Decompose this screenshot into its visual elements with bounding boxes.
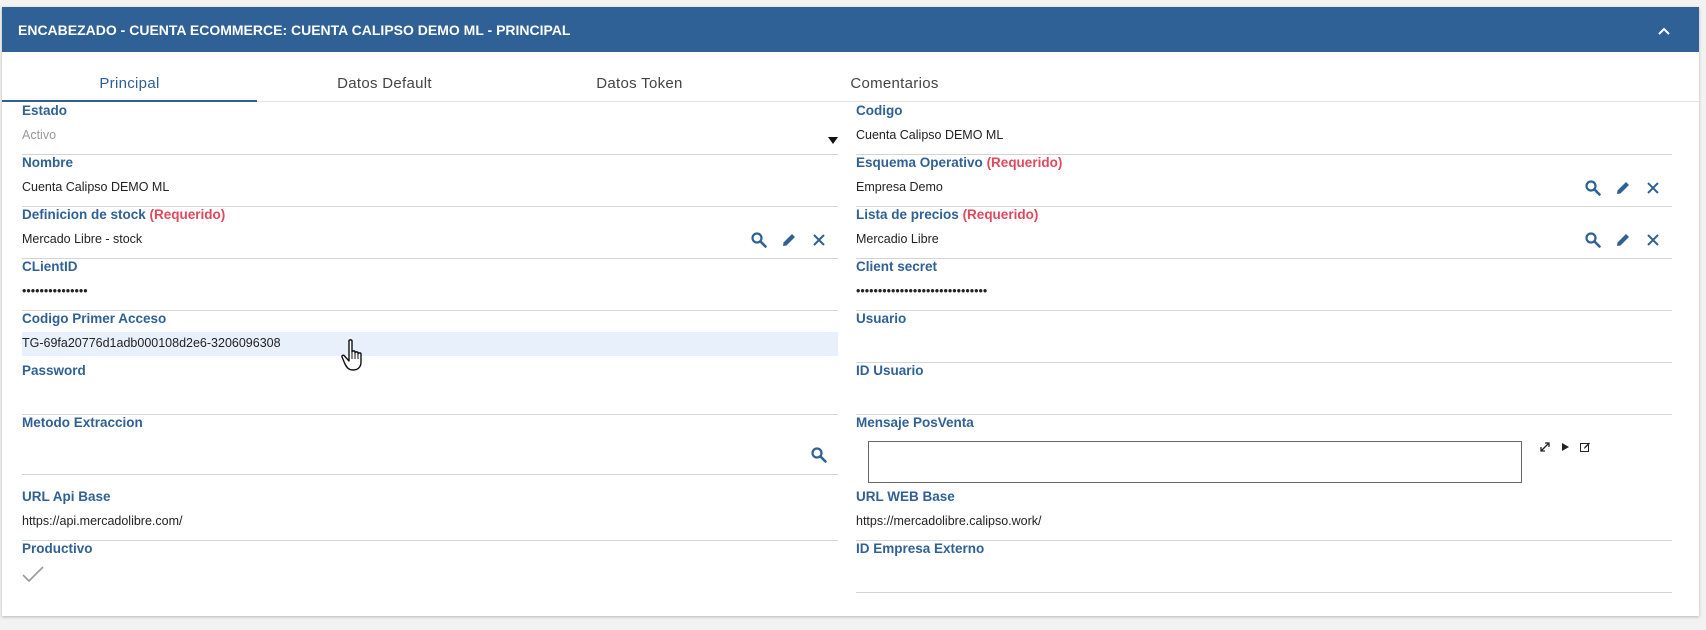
id-empresa-externo-field[interactable]: ID Empresa Externo bbox=[856, 541, 1672, 593]
password-field[interactable]: Password bbox=[22, 363, 838, 415]
expand-icon[interactable] bbox=[1539, 441, 1551, 453]
ecommerce-account-panel: ENCABEZADO - CUENTA ECOMMERCE: CUENTA CA… bbox=[2, 7, 1699, 616]
nombre-field[interactable]: Nombre Cuenta Calipso DEMO ML bbox=[22, 155, 838, 207]
required-marker: (Requerido) bbox=[962, 207, 1039, 222]
codigo-primer-acceso-value[interactable]: TG-69fa20776d1adb000108d2e6-3206096308 bbox=[22, 336, 281, 350]
clientid-label: CLientID bbox=[22, 259, 78, 274]
nombre-value[interactable]: Cuenta Calipso DEMO ML bbox=[22, 180, 169, 194]
esquema-operativo-field[interactable]: Esquema Operativo (Requerido) Empresa De… bbox=[856, 155, 1672, 207]
client-secret-field[interactable]: Client secret ••••••••••••••••••••••••••… bbox=[856, 259, 1672, 311]
checkmark-icon[interactable] bbox=[22, 565, 44, 583]
lista-precios-field[interactable]: Lista de precios (Requerido) Mercadio Li… bbox=[856, 207, 1672, 259]
codigo-primer-acceso-label: Codigo Primer Acceso bbox=[22, 311, 167, 326]
id-empresa-externo-label: ID Empresa Externo bbox=[856, 541, 985, 556]
metodo-extraccion-label: Metodo Extraccion bbox=[22, 415, 143, 430]
edit-note-icon[interactable] bbox=[1579, 441, 1591, 453]
panel-header: ENCABEZADO - CUENTA ECOMMERCE: CUENTA CA… bbox=[2, 7, 1699, 52]
estado-label: Estado bbox=[22, 103, 68, 118]
mensaje-posventa-field: Mensaje PosVenta bbox=[856, 415, 1672, 485]
search-icon[interactable] bbox=[1584, 231, 1602, 249]
url-api-base-label: URL Api Base bbox=[22, 489, 111, 504]
productivo-field: Productivo bbox=[22, 541, 838, 593]
required-marker: (Requerido) bbox=[986, 155, 1063, 170]
dropdown-arrow-icon[interactable] bbox=[828, 132, 838, 144]
url-web-base-field[interactable]: URL WEB Base https://mercadolibre.calips… bbox=[856, 489, 1672, 541]
play-icon[interactable] bbox=[1559, 441, 1571, 453]
codigo-field[interactable]: Codigo Cuenta Calipso DEMO ML bbox=[856, 103, 1672, 155]
mensaje-posventa-textarea[interactable] bbox=[868, 441, 1522, 483]
metodo-extraccion-field[interactable]: Metodo Extraccion bbox=[22, 415, 838, 475]
esquema-operativo-label: Esquema Operativo bbox=[856, 155, 983, 170]
productivo-label: Productivo bbox=[22, 541, 93, 556]
pencil-icon[interactable] bbox=[1614, 179, 1632, 197]
password-label: Password bbox=[22, 363, 86, 378]
close-icon[interactable] bbox=[1644, 179, 1662, 197]
url-api-base-value[interactable]: https://api.mercadolibre.com/ bbox=[22, 514, 183, 528]
definicion-stock-field[interactable]: Definicion de stock (Requerido) Mercado … bbox=[22, 207, 838, 259]
estado-value[interactable]: Activo bbox=[22, 128, 56, 142]
pencil-icon[interactable] bbox=[780, 231, 798, 249]
url-api-base-field[interactable]: URL Api Base https://api.mercadolibre.co… bbox=[22, 489, 838, 541]
url-web-base-value[interactable]: https://mercadolibre.calipso.work/ bbox=[856, 514, 1042, 528]
panel-title: ENCABEZADO - CUENTA ECOMMERCE: CUENTA CA… bbox=[18, 22, 571, 38]
url-web-base-label: URL WEB Base bbox=[856, 489, 955, 504]
esquema-operativo-value[interactable]: Empresa Demo bbox=[856, 180, 943, 194]
client-secret-value[interactable]: •••••••••••••••••••••••••••••• bbox=[856, 284, 987, 298]
definicion-stock-label: Definicion de stock bbox=[22, 207, 146, 222]
search-icon[interactable] bbox=[1584, 179, 1602, 197]
tab-datos-token[interactable]: Datos Token bbox=[512, 52, 767, 102]
tab-comentarios[interactable]: Comentarios bbox=[767, 52, 1022, 102]
lista-precios-label: Lista de precios bbox=[856, 207, 959, 222]
nombre-label: Nombre bbox=[22, 155, 74, 170]
clientid-field[interactable]: CLientID ••••••••••••••• bbox=[22, 259, 838, 311]
lista-precios-value[interactable]: Mercadio Libre bbox=[856, 232, 939, 246]
estado-field[interactable]: Estado Activo bbox=[22, 103, 838, 155]
mensaje-posventa-label: Mensaje PosVenta bbox=[856, 415, 974, 430]
close-icon[interactable] bbox=[810, 231, 828, 249]
tab-principal[interactable]: Principal bbox=[2, 52, 257, 102]
codigo-label: Codigo bbox=[856, 103, 903, 118]
close-icon[interactable] bbox=[1644, 231, 1662, 249]
tab-bar: Principal Datos Default Datos Token Come… bbox=[2, 52, 1699, 102]
chevron-up-icon[interactable] bbox=[1657, 23, 1671, 35]
codigo-primer-acceso-field[interactable]: Codigo Primer Acceso TG-69fa20776d1adb00… bbox=[22, 311, 838, 363]
definicion-stock-value[interactable]: Mercado Libre - stock bbox=[22, 232, 142, 246]
codigo-value[interactable]: Cuenta Calipso DEMO ML bbox=[856, 128, 1003, 142]
usuario-field[interactable]: Usuario bbox=[856, 311, 1672, 363]
usuario-label: Usuario bbox=[856, 311, 907, 326]
id-usuario-label: ID Usuario bbox=[856, 363, 924, 378]
search-icon[interactable] bbox=[810, 446, 828, 464]
id-usuario-field[interactable]: ID Usuario bbox=[856, 363, 1672, 415]
tab-datos-default[interactable]: Datos Default bbox=[257, 52, 512, 102]
client-secret-label: Client secret bbox=[856, 259, 938, 274]
search-icon[interactable] bbox=[750, 231, 768, 249]
required-marker: (Requerido) bbox=[149, 207, 226, 222]
clientid-value[interactable]: ••••••••••••••• bbox=[22, 284, 88, 298]
pencil-icon[interactable] bbox=[1614, 231, 1632, 249]
